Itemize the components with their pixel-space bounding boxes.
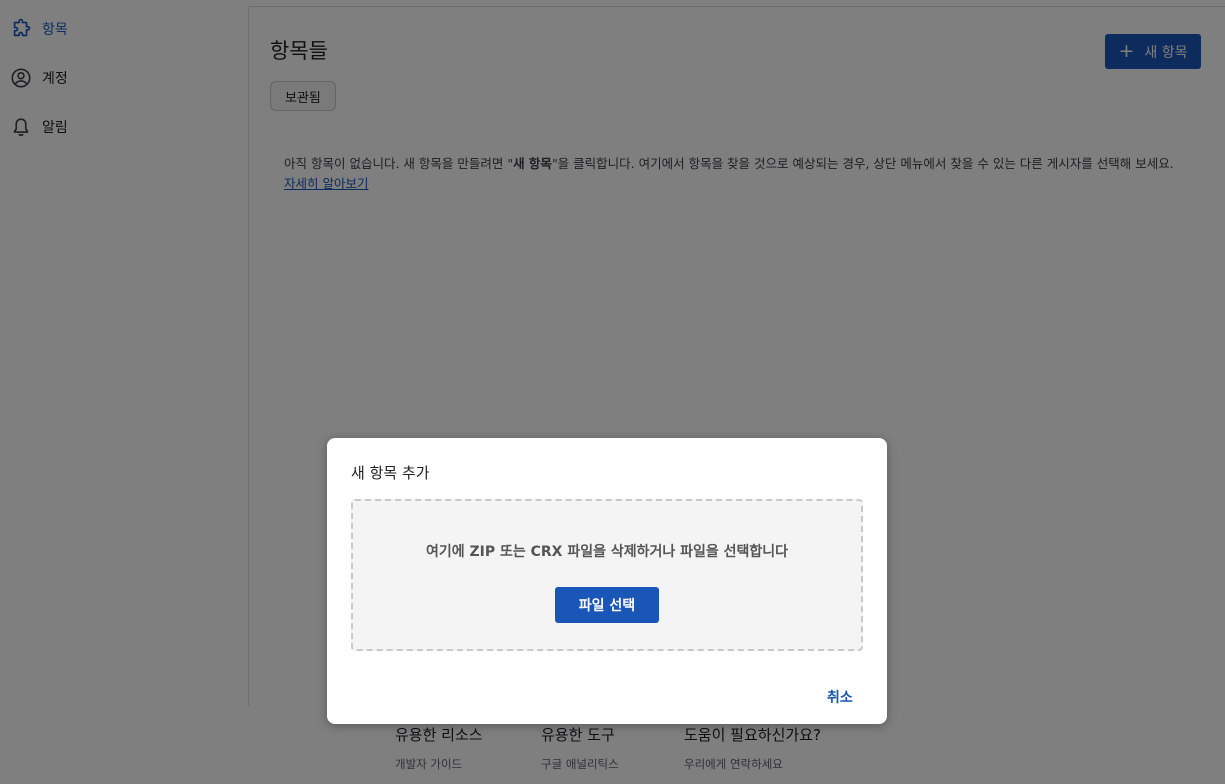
- add-item-dialog: 새 항목 추가 여기에 ZIP 또는 CRX 파일을 삭제하거나 파일을 선택합…: [327, 438, 887, 724]
- file-drop-zone[interactable]: 여기에 ZIP 또는 CRX 파일을 삭제하거나 파일을 선택합니다 파일 선택: [351, 499, 863, 651]
- choose-file-button[interactable]: 파일 선택: [555, 587, 659, 623]
- drop-zone-text: 여기에 ZIP 또는 CRX 파일을 삭제하거나 파일을 선택합니다: [425, 544, 789, 560]
- cancel-button[interactable]: 취소: [827, 687, 853, 707]
- app-root: 항목 계정 알림 항목들 보관됨 + 새 항목 아직 항목이 없습니다. 새 항…: [0, 0, 1225, 784]
- dialog-title: 새 항목 추가: [351, 464, 430, 482]
